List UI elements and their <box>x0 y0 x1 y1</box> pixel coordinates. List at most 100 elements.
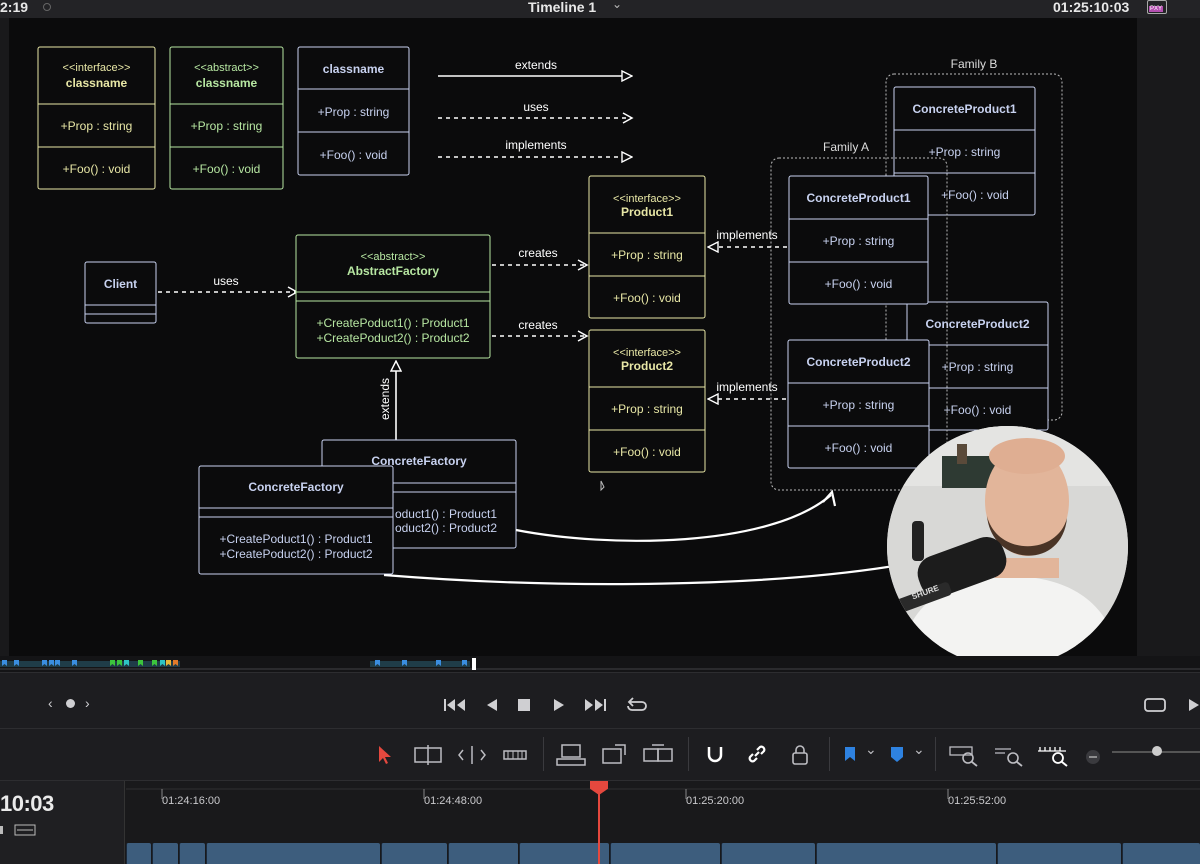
legend-implements-label: implements <box>505 138 566 152</box>
jump-start-icon[interactable] <box>443 697 467 713</box>
zoom-slider-thumb[interactable] <box>1152 746 1162 756</box>
match-frame-icon[interactable] <box>1143 696 1167 714</box>
record-timecode: 01:25:10:03 <box>1053 0 1130 15</box>
legend-abstract-stereotype: <<abstract>> <box>194 62 259 74</box>
timeline-clip[interactable] <box>448 843 518 864</box>
timeline-clip[interactable] <box>721 843 815 864</box>
timeline-ruler[interactable]: 01:24:16:00 01:24:48:00 01:25:20:00 01:2… <box>126 781 1200 825</box>
jump-end-icon[interactable] <box>583 697 607 713</box>
product2-box: <<interface>> Product2 +Prop : string +F… <box>588 329 706 473</box>
timeline-timecode: 10:03 <box>0 791 54 816</box>
legend-abstract-name: classname <box>196 76 258 90</box>
chevron-down-icon[interactable]: ⌄ <box>865 741 877 765</box>
top-bar: 2:19 Timeline 1 ⌄ 01:25:10:03 PXY <box>0 0 1200 18</box>
family-a-cp1-name: ConcreteProduct1 <box>806 191 910 205</box>
family-b-cp2-name: ConcreteProduct2 <box>925 317 1029 331</box>
timeline-clip[interactable] <box>997 843 1121 864</box>
family-a-cp1-method: +Foo() : void <box>825 277 893 291</box>
zoom-full-icon[interactable] <box>948 743 980 767</box>
legend-interface-stereotype: <<interface>> <box>63 62 131 74</box>
legend-interface-prop: +Prop : string <box>61 119 133 133</box>
chevron-down-icon[interactable]: ⌄ <box>612 0 622 11</box>
trim-tool-icon[interactable] <box>412 743 444 767</box>
mini-timeline[interactable] <box>0 656 1200 672</box>
blade-tool-icon[interactable] <box>502 743 528 767</box>
chevron-down-icon[interactable]: ⌄ <box>913 741 925 765</box>
viewer[interactable]: <<interface>> classname +Prop : string +… <box>9 18 1137 656</box>
timeline-clip[interactable] <box>381 843 447 864</box>
toolbar-separator <box>935 737 936 771</box>
product1-name: Product1 <box>621 205 673 219</box>
extends-label: extends <box>378 378 392 420</box>
concrete-factory-front-method1: +CreatePoduct1() : Product1 <box>219 532 372 546</box>
play-reverse-icon[interactable] <box>485 697 499 713</box>
family-a-cp2-method: +Foo() : void <box>825 441 893 455</box>
timeline-title[interactable]: Timeline 1 <box>528 0 596 15</box>
timeline-clip[interactable] <box>816 843 996 864</box>
status-dot-icon <box>43 3 51 11</box>
product2-name: Product2 <box>621 359 673 373</box>
zoom-custom-icon[interactable] <box>1036 743 1070 767</box>
timeline-clip[interactable] <box>179 843 205 864</box>
toolbar-separator <box>688 737 689 771</box>
legend-extends-label: extends <box>515 58 557 72</box>
play-icon[interactable] <box>552 697 566 713</box>
product1-prop: +Prop : string <box>611 248 683 262</box>
dynamic-trim-icon[interactable] <box>458 743 486 767</box>
abstract-factory-method2: +CreatePoduct2() : Product2 <box>316 331 469 345</box>
selection-tool-icon[interactable] <box>377 743 393 767</box>
zoom-detail-icon[interactable] <box>993 743 1025 767</box>
family-b-cp2-method: +Foo() : void <box>944 403 1012 417</box>
timeline-clip[interactable] <box>152 843 178 864</box>
proxy-icon[interactable]: PXY <box>1147 0 1167 14</box>
timeline-clip[interactable] <box>610 843 720 864</box>
legend-arrows: extends uses implements <box>438 58 634 157</box>
ruler-label: 01:25:52:00 <box>948 795 1007 807</box>
source-timecode: 2:19 <box>0 0 29 15</box>
implements-label-2: implements <box>716 380 777 394</box>
chevron-right-icon[interactable]: › <box>85 695 90 711</box>
timeline-playhead[interactable] <box>598 791 600 864</box>
track-controls-icon[interactable] <box>0 823 40 837</box>
concrete-factory-front-method2: +CreatePoduct2() : Product2 <box>219 547 372 561</box>
family-a-cp2-prop: +Prop : string <box>823 398 895 412</box>
jog-dot-icon[interactable] <box>66 699 75 708</box>
stop-icon[interactable] <box>517 698 531 712</box>
scrub-playhead[interactable] <box>472 658 476 670</box>
linked-selection-icon[interactable] <box>746 743 768 767</box>
legend-class-prop: +Prop : string <box>318 105 390 119</box>
zoom-out-icon[interactable] <box>1085 745 1101 769</box>
replace-clip-icon[interactable] <box>642 743 674 767</box>
next-icon[interactable] <box>1187 697 1200 713</box>
legend-abstract-method: +Foo() : void <box>193 162 261 176</box>
position-lock-icon[interactable] <box>789 743 811 767</box>
legend-interface-box: <<interface>> classname +Prop : string +… <box>37 46 156 190</box>
transport-bar: ‹ › <box>0 672 1200 728</box>
snapping-icon[interactable] <box>704 743 726 767</box>
insert-clip-icon[interactable] <box>556 743 586 767</box>
webcam-overlay: SHURE <box>887 426 1128 656</box>
creates-label-2: creates <box>518 318 557 332</box>
abstract-factory-method1: +CreatePoduct1() : Product1 <box>316 316 469 330</box>
timeline-clip[interactable] <box>206 843 380 864</box>
timeline-clip[interactable] <box>126 843 151 864</box>
loop-icon[interactable] <box>625 696 649 714</box>
toolbar-separator <box>829 737 830 771</box>
timeline-header: 10:03 <box>0 781 125 864</box>
inspector-edge <box>1137 18 1200 656</box>
video-track[interactable] <box>126 843 1200 864</box>
marker-icon[interactable] <box>889 743 905 767</box>
creates-label-1: creates <box>518 246 557 260</box>
scrub-track[interactable] <box>0 668 1200 670</box>
timeline-clip[interactable] <box>519 843 609 864</box>
legend-class-name: classname <box>323 62 385 76</box>
proxy-badge: PXY <box>1149 6 1164 12</box>
mouse-cursor-icon <box>600 480 605 492</box>
concrete-factory-front-name: ConcreteFactory <box>248 480 344 494</box>
client-name: Client <box>104 277 137 291</box>
timeline-clip[interactable] <box>1122 843 1200 864</box>
flag-icon[interactable] <box>843 743 857 767</box>
concrete-factory-back-method2: oduct2() : Product2 <box>395 521 497 535</box>
overwrite-clip-icon[interactable] <box>601 743 629 767</box>
chevron-left-icon[interactable]: ‹ <box>48 695 53 711</box>
